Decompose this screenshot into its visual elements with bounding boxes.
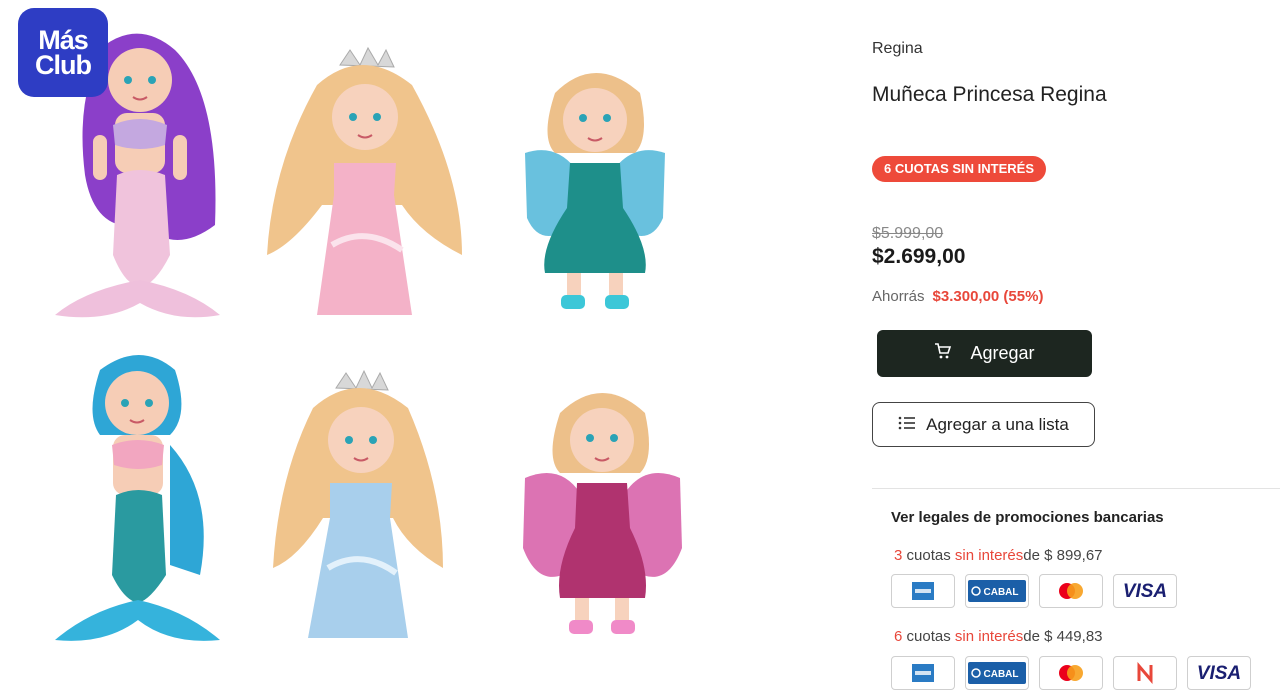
cabal-card-icon: CABAL xyxy=(965,656,1029,690)
card-list-plan-3: CABAL VISA xyxy=(891,574,1177,608)
doll-pink-princess-image xyxy=(262,45,467,325)
installment-amount: de $ 899,67 xyxy=(1023,547,1103,564)
installment-amount: de $ 449,83 xyxy=(1023,628,1103,645)
add-to-list-button[interactable]: Agregar a una lista xyxy=(872,402,1095,447)
section-divider xyxy=(872,488,1280,489)
cabal-label: CABAL xyxy=(984,587,1019,598)
logo-line-1: Más xyxy=(38,25,89,56)
doll-blue-princess-image xyxy=(268,368,448,648)
current-price: $2.699,00 xyxy=(872,245,966,268)
list-icon xyxy=(898,415,916,435)
savings-text: Ahorrás $3.300,00 (55%) xyxy=(872,288,1043,305)
logo-line-2: Club xyxy=(35,49,92,80)
cart-icon xyxy=(934,342,952,365)
amex-card-icon xyxy=(891,574,955,608)
installment-plan-6: 6 cuotas sin interésde $ 449,83 xyxy=(894,628,1103,645)
naranja-card-icon xyxy=(1113,656,1177,690)
installment-cuotas: cuotas xyxy=(906,628,951,645)
old-price: $5.999,00 xyxy=(872,225,944,242)
bank-promotions-legal-link[interactable]: Ver legales de promociones bancarias xyxy=(891,509,1164,526)
installment-count: 3 xyxy=(894,547,903,564)
installment-plan-3: 3 cuotas sin interésde $ 899,67 xyxy=(894,547,1103,564)
visa-card-icon: VISA xyxy=(1113,574,1177,608)
installment-no-interest: sin interés xyxy=(954,628,1024,645)
product-brand[interactable]: Regina xyxy=(872,40,923,58)
card-list-plan-6: CABAL VISA xyxy=(891,656,1251,690)
cabal-card-icon: CABAL xyxy=(965,574,1029,608)
product-title: Muñeca Princesa Regina xyxy=(872,83,1107,106)
visa-card-icon: VISA xyxy=(1187,656,1251,690)
installment-no-interest: sin interés xyxy=(954,547,1024,564)
product-image[interactable]: Más Club xyxy=(0,0,760,695)
mas-club-logo: Más Club xyxy=(18,8,108,97)
savings-amount: $3.300,00 (55%) xyxy=(932,288,1044,305)
amex-card-icon xyxy=(891,656,955,690)
installments-badge: 6 CUOTAS SIN INTERÉS xyxy=(872,156,1047,182)
add-to-cart-button[interactable]: Agregar xyxy=(877,330,1092,377)
mastercard-icon xyxy=(1039,656,1103,690)
savings-label: Ahorrás xyxy=(872,288,925,305)
doll-blue-mermaid-image xyxy=(50,345,220,645)
mastercard-icon xyxy=(1039,574,1103,608)
add-to-cart-label: Agregar xyxy=(970,343,1035,363)
doll-blue-fairy-image xyxy=(515,58,675,323)
installment-count: 6 xyxy=(894,628,903,645)
visa-label: VISA xyxy=(1123,581,1167,602)
doll-pink-fairy-image xyxy=(505,378,700,648)
product-info-panel: Regina Muñeca Princesa Regina 6 CUOTAS S… xyxy=(872,0,1280,695)
cabal-label: CABAL xyxy=(984,669,1019,680)
add-to-list-label: Agregar a una lista xyxy=(926,414,1069,434)
installment-cuotas: cuotas xyxy=(906,547,951,564)
visa-label: VISA xyxy=(1197,663,1241,684)
